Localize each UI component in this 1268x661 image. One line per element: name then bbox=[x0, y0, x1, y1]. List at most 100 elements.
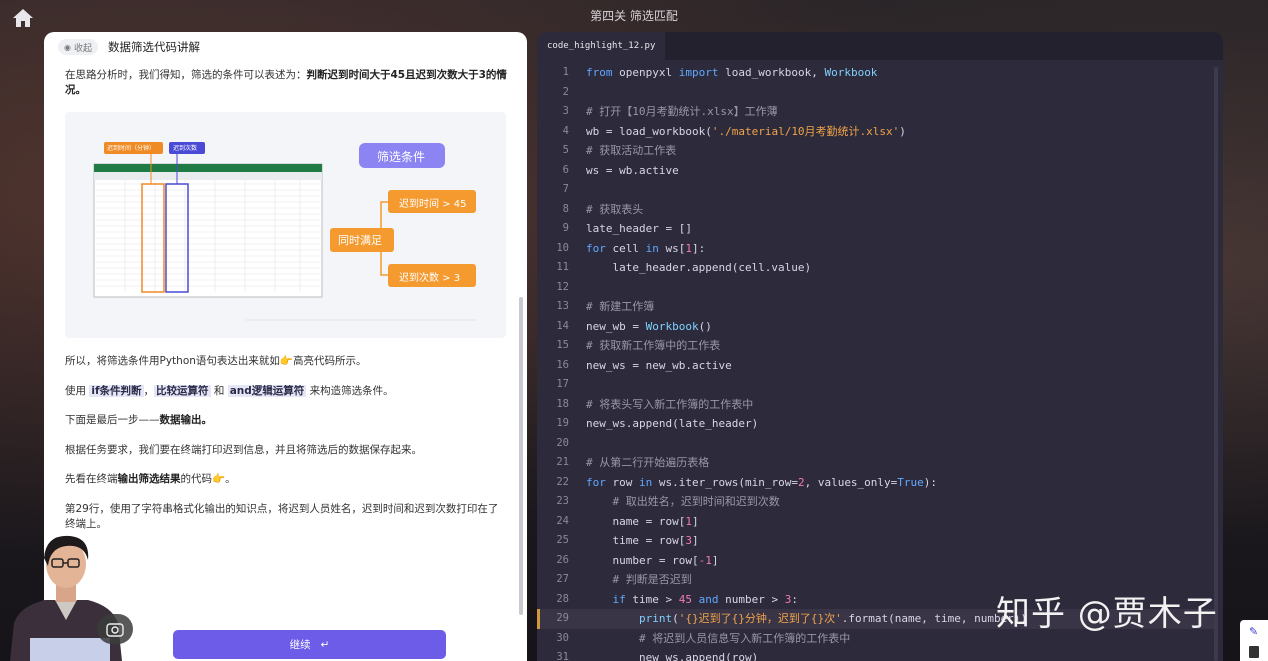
line-number: 30 bbox=[556, 631, 569, 644]
code-text: from openpyxl import load_workbook, Work… bbox=[586, 66, 878, 79]
code-text: # 打开【10月考勤统计.xlsx】工作薄 bbox=[586, 105, 778, 118]
code-line[interactable]: 11 late_header.append(cell.value) bbox=[537, 258, 1217, 278]
line-number: 13 bbox=[556, 300, 569, 312]
code-line[interactable]: 2 bbox=[537, 83, 1217, 103]
collapse-label: 收起 bbox=[73, 43, 92, 54]
line-number: 19 bbox=[556, 417, 569, 429]
paragraph-1: 所以，将筛选条件用Python语句表达出来就如👉高亮代码所示。 bbox=[65, 355, 367, 367]
code-line[interactable]: 3 # 打开【10月考勤统计.xlsx】工作薄 bbox=[537, 102, 1217, 122]
camera-toggle-button[interactable] bbox=[97, 614, 133, 644]
code-text: # 将表头写入新工作簿的工作表中 bbox=[586, 397, 754, 411]
paragraph-4: 根据任务要求，我们要在终端打印迟到信息，并且将筛选后的数据保存起来。 bbox=[65, 444, 422, 456]
line-number: 20 bbox=[556, 436, 569, 449]
code-panel: code_highlight_12.py 1 from openpyxl impo… bbox=[537, 32, 1223, 661]
line-number: 1 bbox=[562, 66, 569, 78]
continue-label: 继续 bbox=[289, 639, 311, 651]
code-line[interactable]: 24 name = row[1] bbox=[537, 512, 1217, 532]
code-text: # 新建工作簿 bbox=[586, 300, 655, 313]
line-number: 14 bbox=[556, 319, 569, 332]
code-line[interactable]: 7 bbox=[537, 180, 1217, 200]
intro-paragraph: 在思路分析时，我们得知，筛选的条件可以表述为：判断迟到时间大于45且迟到次数大于… bbox=[65, 69, 507, 96]
code-text: number = row[-1] bbox=[586, 553, 719, 567]
line-number: 3 bbox=[562, 105, 569, 117]
filter-diagram: 迟到时间（分钟） 迟到次数 筛选条件 同时满足 迟到时间 > 45 迟到次数 >… bbox=[65, 112, 506, 338]
code-text: new_ws.append(row) bbox=[586, 651, 759, 661]
code-line[interactable]: 21 # 从第二行开始遍历表格 bbox=[537, 453, 1217, 473]
condition-count: 迟到次数 > 3 bbox=[399, 273, 461, 284]
line-number: 8 bbox=[562, 202, 569, 215]
line-number: 16 bbox=[556, 358, 569, 371]
code-line[interactable]: 13 # 新建工作簿 bbox=[537, 297, 1217, 317]
line-number: 17 bbox=[556, 378, 569, 390]
code-text: # 获取新工作簿中的工作表 bbox=[586, 339, 721, 352]
eye-icon: ◉ bbox=[64, 42, 71, 52]
edit-icon[interactable]: ✎ bbox=[1249, 625, 1258, 638]
line-number: 6 bbox=[562, 163, 569, 176]
watermark: 知乎 @贾木子 bbox=[996, 594, 1218, 634]
code-text: for cell in ws[1]: bbox=[586, 241, 706, 255]
code-line[interactable]: 4 wb = load_workbook('./material/10月考勤统计.… bbox=[537, 122, 1217, 142]
code-line[interactable]: 16 new_ws = new_wb.active bbox=[537, 356, 1217, 376]
code-line[interactable]: 18 # 将表头写入新工作簿的工作表中 bbox=[537, 395, 1217, 415]
code-line[interactable]: 6 ws = wb.active bbox=[537, 161, 1217, 181]
code-line[interactable]: 22 for row in ws.iter_rows(min_row=2, val… bbox=[537, 473, 1217, 493]
level-title: 第四关 筛选匹配 bbox=[590, 9, 678, 23]
code-text: new_wb = Workbook() bbox=[586, 319, 712, 333]
book-icon[interactable] bbox=[1249, 646, 1259, 658]
code-text: new_ws = new_wb.active bbox=[586, 358, 732, 372]
line-number: 12 bbox=[556, 280, 569, 293]
paragraph-3: 下面是最后一步——数据输出。 bbox=[65, 414, 212, 426]
code-text: # 获取表头 bbox=[586, 202, 644, 216]
code-text: # 判断是否迟到 bbox=[612, 573, 692, 586]
code-text: time = row[3] bbox=[586, 534, 699, 547]
code-line[interactable]: 17 bbox=[537, 375, 1217, 395]
code-line[interactable]: 15 # 获取新工作簿中的工作表 bbox=[537, 336, 1217, 356]
code-line[interactable]: 20 bbox=[537, 434, 1217, 454]
filter-title: 筛选条件 bbox=[377, 150, 426, 164]
line-number: 11 bbox=[556, 261, 569, 273]
tab-code-file[interactable]: code_highlight_12.py bbox=[537, 32, 666, 60]
code-line[interactable]: 10 for cell in ws[1]: bbox=[537, 239, 1217, 259]
pointing-hand-icon: 👉 bbox=[279, 355, 293, 367]
paragraph-2: 使用 if条件判断，比较运算符 和 and逻辑运算符 来构造筛选条件。 bbox=[65, 385, 394, 397]
code-text: for row in ws.iter_rows(min_row=2, value… bbox=[586, 475, 938, 489]
lesson-scrollbar[interactable] bbox=[519, 297, 523, 615]
code-text: late_header = [] bbox=[586, 222, 692, 235]
code-text: # 取出姓名，迟到时间和迟到次数 bbox=[612, 495, 780, 508]
code-line[interactable]: 5 # 获取活动工作表 bbox=[537, 141, 1217, 161]
side-toolbar[interactable]: ✎ bbox=[1240, 620, 1268, 661]
code-line[interactable]: 26 number = row[-1] bbox=[537, 551, 1217, 571]
code-line[interactable]: 31 new_ws.append(row) bbox=[537, 648, 1217, 661]
code-line[interactable]: 19 new_ws.append(late_header) bbox=[537, 414, 1217, 434]
enter-icon: ↵ bbox=[320, 638, 330, 651]
line-number: 31 bbox=[556, 651, 569, 661]
code-line[interactable]: 25 time = row[3] bbox=[537, 531, 1217, 551]
line-number: 25 bbox=[556, 534, 569, 546]
code-line[interactable]: 1 from openpyxl import load_workbook, Wor… bbox=[537, 63, 1217, 83]
code-text: # 从第二行开始遍历表格 bbox=[586, 456, 710, 469]
code-line[interactable]: 8 # 获取表头 bbox=[537, 200, 1217, 220]
editor-tabbar: code_highlight_12.py bbox=[537, 32, 1223, 60]
camera-icon bbox=[106, 623, 124, 637]
code-text: wb = load_workbook('./material/10月考勤统计.x… bbox=[586, 124, 906, 138]
tag-late-count: 迟到次数 bbox=[173, 145, 198, 152]
condition-time: 迟到时间 > 45 bbox=[399, 199, 467, 210]
code-line[interactable]: 9 late_header = [] bbox=[537, 219, 1217, 239]
code-line[interactable]: 23 # 取出姓名，迟到时间和迟到次数 bbox=[537, 492, 1217, 512]
line-number: 24 bbox=[556, 514, 569, 527]
collapse-button[interactable]: ◉ 收起 bbox=[58, 39, 98, 55]
both-label: 同时满足 bbox=[338, 234, 382, 247]
code-line[interactable]: 14 new_wb = Workbook() bbox=[537, 317, 1217, 337]
line-number: 29 bbox=[556, 612, 569, 624]
continue-button[interactable]: 继续 ↵ bbox=[173, 630, 446, 659]
code-scrollbar[interactable] bbox=[1214, 67, 1218, 661]
code-text: print('{}迟到了{}分钟，迟到了{}次'.format(name, ti… bbox=[638, 612, 1028, 625]
line-number: 5 bbox=[562, 144, 569, 156]
line-number: 15 bbox=[556, 339, 569, 351]
line-number: 21 bbox=[556, 456, 569, 468]
code-line[interactable]: 12 bbox=[537, 278, 1217, 298]
line-number: 27 bbox=[556, 573, 569, 585]
line-number: 26 bbox=[556, 553, 569, 566]
code-text: new_ws.append(late_header) bbox=[586, 417, 759, 430]
line-number: 4 bbox=[562, 124, 569, 137]
